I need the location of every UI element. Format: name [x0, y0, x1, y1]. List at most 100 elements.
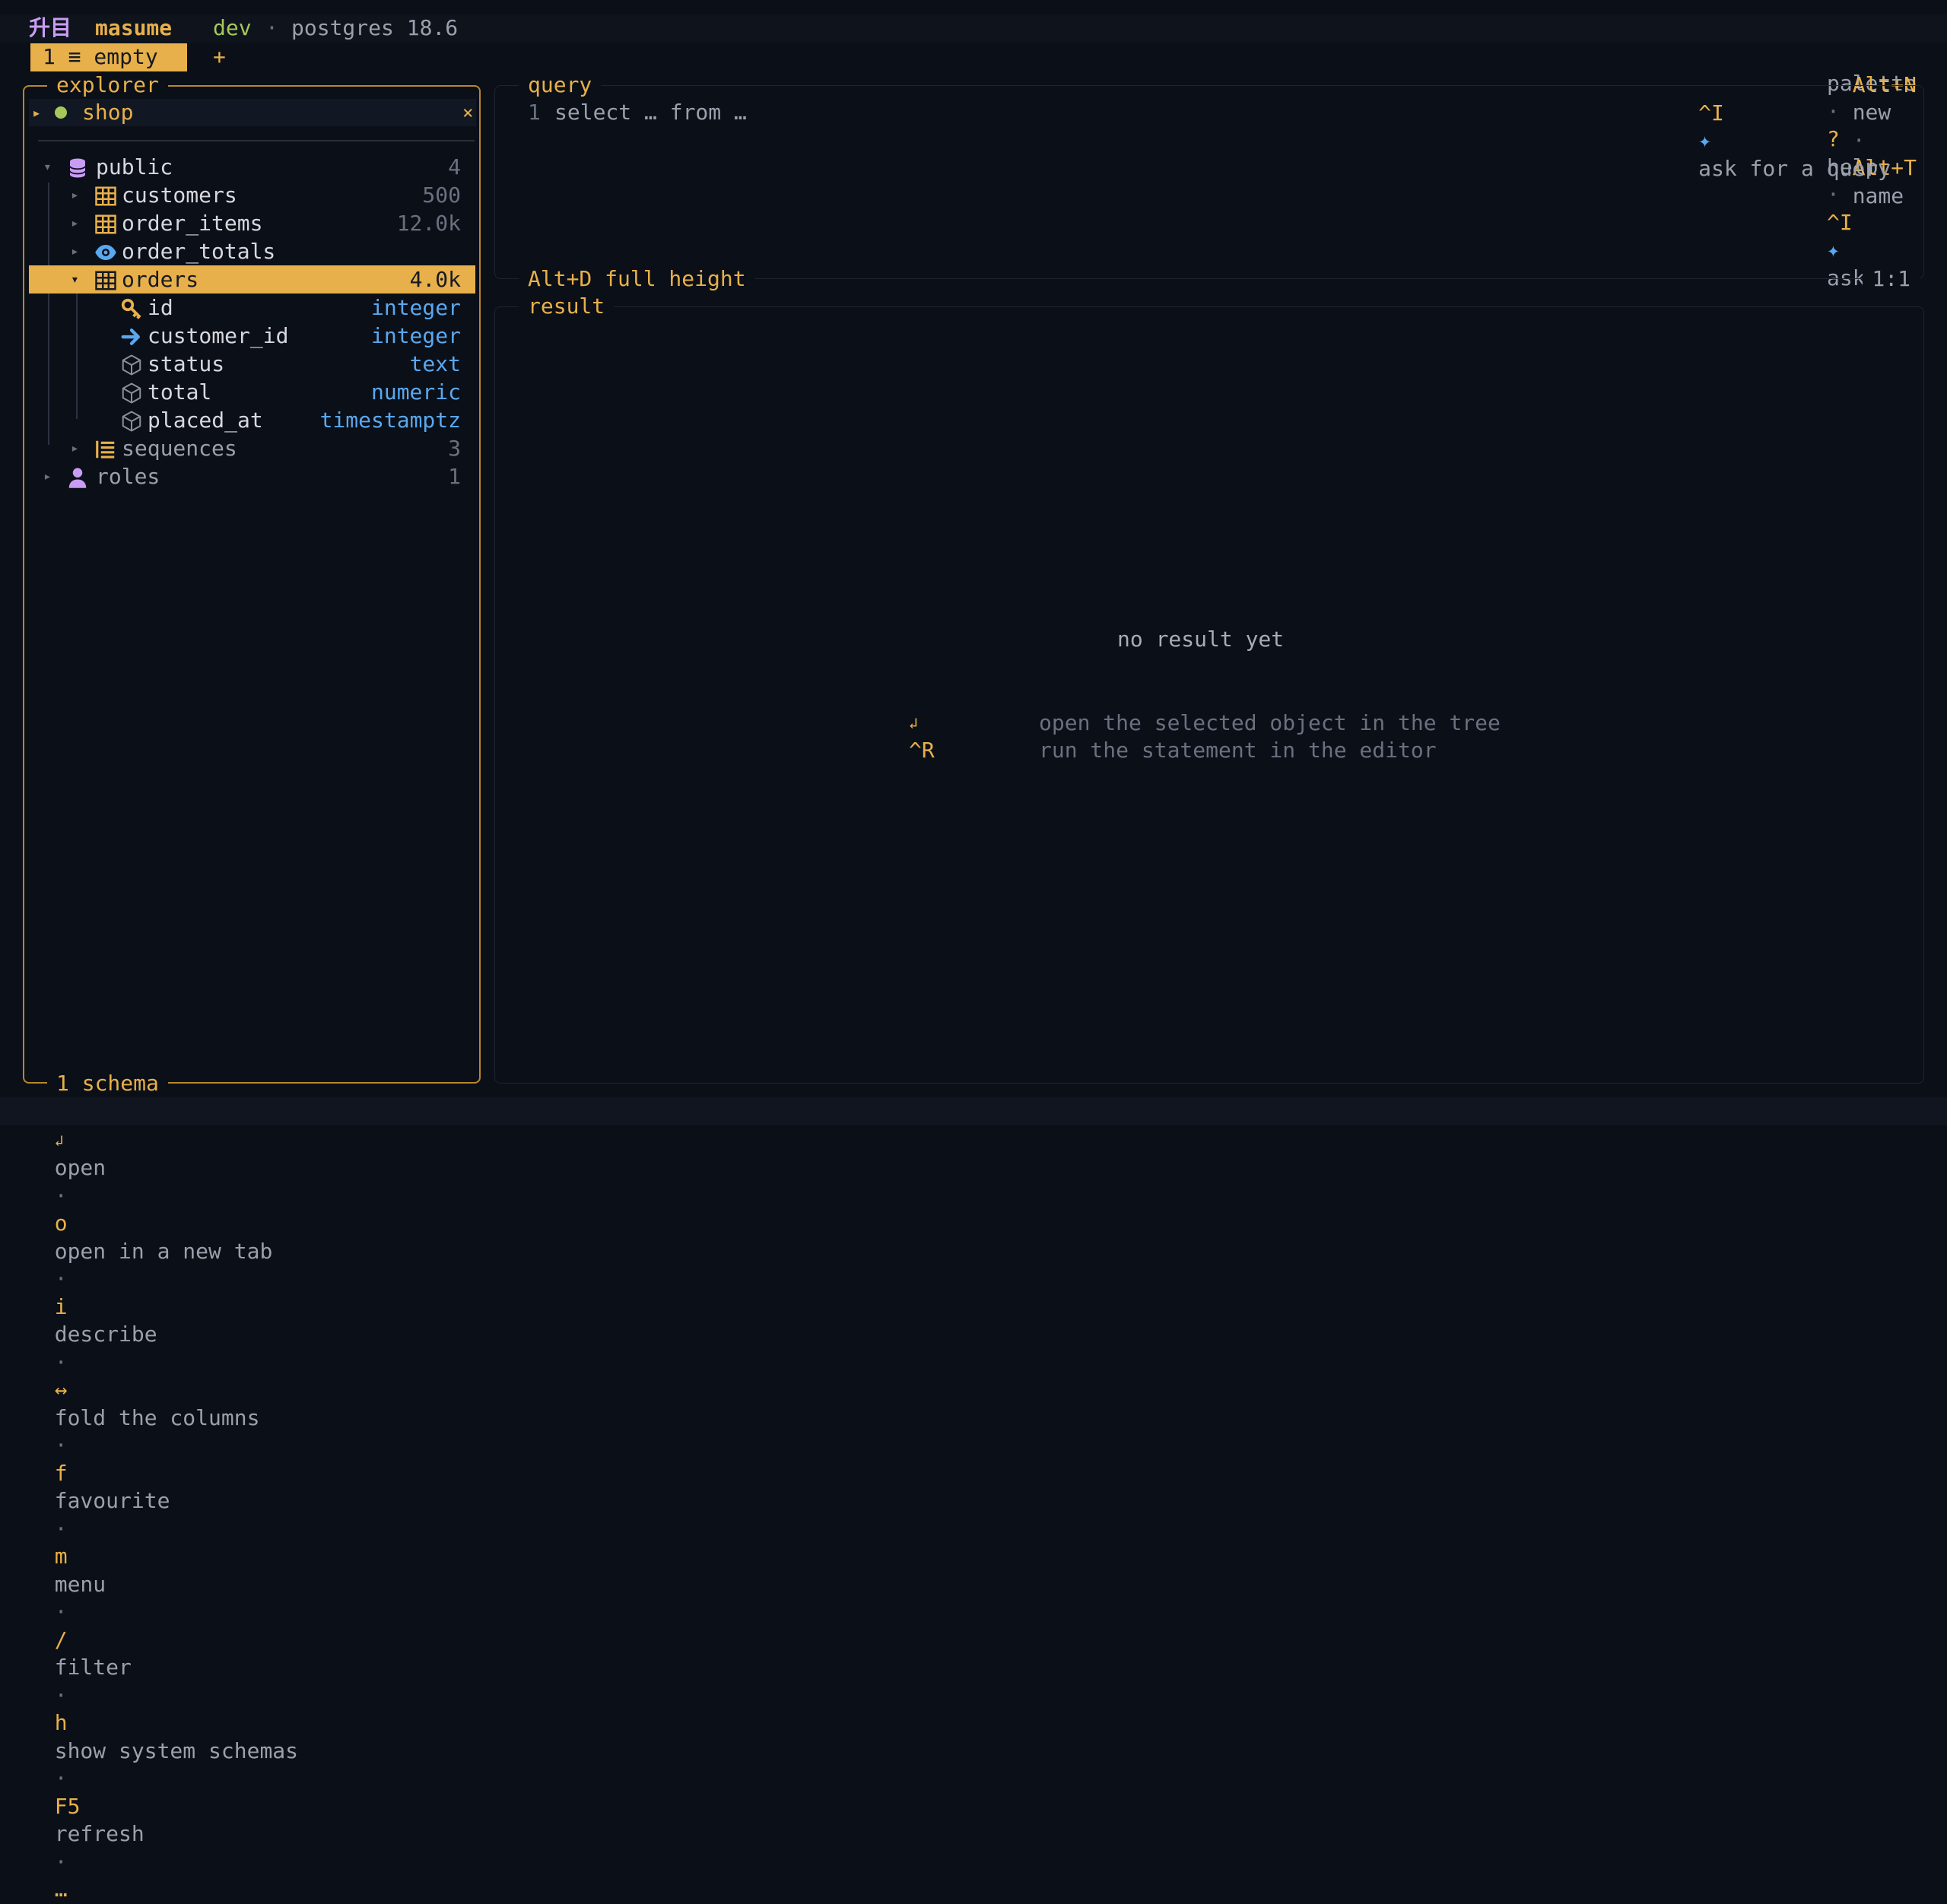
- editor-placeholder[interactable]: select … from …: [554, 99, 747, 127]
- table-icon: [94, 213, 117, 236]
- status-key[interactable]: /: [55, 1627, 68, 1652]
- status-label[interactable]: filter: [55, 1655, 132, 1680]
- status-sep: ·: [54, 1682, 68, 1708]
- status-key[interactable]: o: [55, 1211, 68, 1236]
- result-panel: [494, 306, 1924, 1084]
- tree-caret[interactable]: ▾: [43, 154, 52, 182]
- status-label[interactable]: describe: [55, 1322, 157, 1347]
- query-title: query: [519, 71, 602, 100]
- eye-icon: [94, 241, 117, 264]
- run-hint-text: run the statement in the editor: [1039, 738, 1437, 763]
- status-label[interactable]: fold the columns: [55, 1405, 260, 1430]
- tree-caret[interactable]: ▸: [71, 182, 79, 210]
- tree-caret[interactable]: ▸: [71, 210, 79, 238]
- status-key[interactable]: m: [55, 1544, 68, 1569]
- sequence-list-icon: [94, 438, 117, 461]
- status-key[interactable]: ↔: [55, 1377, 68, 1402]
- enter-hint-text: open the selected object in the tree: [1039, 710, 1501, 735]
- status-shortcuts: ↲ open · o open in a new tab · i describ…: [29, 1097, 298, 1904]
- full-height-hint[interactable]: Alt+D full height: [519, 265, 755, 294]
- tree-guide: [76, 294, 78, 419]
- database-icon: [66, 157, 89, 179]
- column-type: text: [409, 351, 461, 376]
- column-name[interactable]: total: [148, 379, 211, 407]
- column-name[interactable]: status: [148, 351, 224, 379]
- ask-query-key[interactable]: ^I: [1698, 100, 1724, 125]
- tree-count: 4.0k: [409, 267, 461, 292]
- status-sep: ·: [54, 1599, 68, 1624]
- status-label[interactable]: open: [55, 1155, 106, 1180]
- tree-caret[interactable]: ▾: [71, 266, 79, 294]
- tree-count: 3: [448, 436, 461, 461]
- explorer-divider: [38, 140, 475, 141]
- tree-count: 12.0k: [396, 211, 461, 236]
- tree-label-order-totals[interactable]: order_totals: [122, 238, 275, 266]
- tree-count: 1: [448, 464, 461, 489]
- app-name: masume: [95, 15, 173, 40]
- status-label[interactable]: open in a new tab: [55, 1239, 273, 1264]
- column-type: integer: [370, 295, 461, 320]
- cube-icon: [120, 382, 143, 405]
- tree-label-public[interactable]: public: [96, 154, 173, 182]
- editor-line-number: 1: [528, 100, 541, 125]
- explorer-title: explorer: [47, 71, 168, 100]
- tab-active-label: 1 ≡ empty: [43, 44, 158, 69]
- column-type: timestamptz: [319, 408, 461, 433]
- status-key[interactable]: f: [55, 1461, 68, 1486]
- status-label[interactable]: menu: [55, 1572, 106, 1597]
- enter-key-hint: ↲: [909, 714, 919, 732]
- tree-caret[interactable]: ▸: [71, 435, 79, 463]
- tree-label-roles[interactable]: roles: [96, 463, 160, 491]
- column-type: integer: [370, 323, 461, 348]
- status-key[interactable]: i: [55, 1294, 68, 1319]
- sparkle-icon: ✦: [1698, 128, 1711, 153]
- status-sep: ·: [54, 1848, 68, 1874]
- tree-count: 500: [422, 182, 461, 208]
- connection-name[interactable]: shop: [82, 99, 133, 127]
- column-name[interactable]: id: [148, 294, 173, 322]
- column-type: numeric: [370, 379, 461, 405]
- status-key[interactable]: F5: [55, 1794, 81, 1819]
- server-version: postgres 18.6: [291, 15, 459, 40]
- tree-label-sequences[interactable]: sequences: [122, 435, 237, 463]
- status-sep: ·: [54, 1515, 68, 1541]
- tree-label-order-items[interactable]: order_items: [122, 210, 262, 238]
- connection-caret[interactable]: ▸: [32, 99, 41, 127]
- foreign-key-arrow-icon: [120, 325, 143, 348]
- tree-caret[interactable]: ▸: [43, 463, 52, 491]
- column-name[interactable]: customer_id: [148, 322, 288, 351]
- status-label[interactable]: favourite: [55, 1488, 170, 1513]
- tree-caret[interactable]: ▸: [71, 238, 79, 266]
- status-sep: ·: [54, 1266, 68, 1291]
- connection-status-dot: [55, 106, 67, 119]
- tab-active[interactable]: 1 ≡ empty: [30, 43, 187, 71]
- run-key-hint: ^R: [909, 738, 935, 763]
- user-icon: [66, 466, 89, 489]
- env-label: dev: [213, 15, 252, 40]
- status-sep: ·: [54, 1766, 68, 1791]
- status-sep: ·: [54, 1182, 68, 1208]
- ask-query-label[interactable]: ask for a query: [1698, 156, 1891, 181]
- table-icon: [94, 269, 117, 292]
- column-name[interactable]: placed_at: [148, 407, 263, 435]
- explorer-footer: 1 schema: [47, 1070, 168, 1098]
- close-icon[interactable]: ×: [462, 99, 473, 127]
- ask-query-hint: ^I ✦ ask for a query: [1672, 71, 1891, 182]
- empty-result-message: no result yet: [1117, 627, 1285, 652]
- tree-label-orders[interactable]: orders: [122, 266, 199, 294]
- status-label[interactable]: refresh: [55, 1821, 145, 1846]
- tab-bar: [0, 43, 1947, 71]
- table-icon: [94, 185, 117, 208]
- tree-count: 4: [448, 154, 461, 179]
- key-icon: [120, 297, 143, 320]
- app-logo: 升目: [29, 15, 72, 40]
- env-separator: ·: [265, 15, 278, 40]
- status-label[interactable]: show system schemas: [55, 1738, 298, 1763]
- cube-icon: [120, 354, 143, 376]
- status-key[interactable]: h: [55, 1710, 68, 1735]
- result-title: result: [519, 293, 615, 321]
- add-tab-button[interactable]: +: [213, 43, 226, 71]
- status-sep: ·: [54, 1349, 68, 1375]
- tree-label-customers[interactable]: customers: [122, 182, 237, 210]
- status-more[interactable]: …: [55, 1877, 68, 1902]
